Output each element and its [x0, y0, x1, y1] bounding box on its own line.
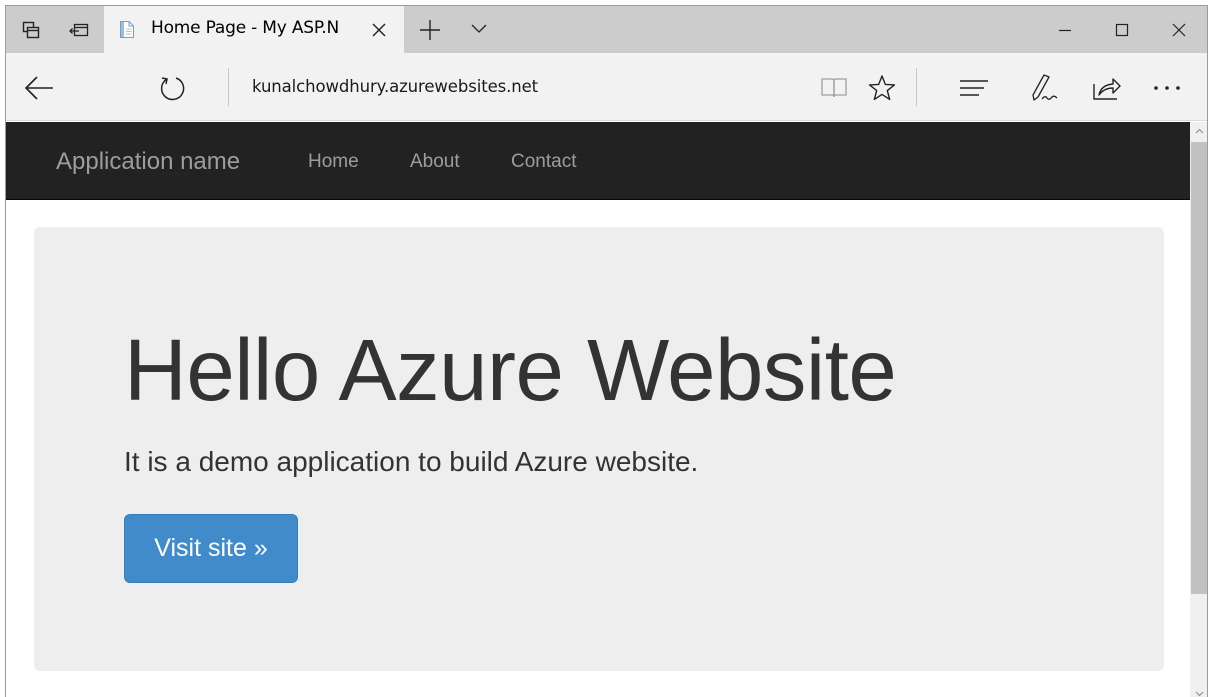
vertical-scrollbar[interactable] [1190, 122, 1207, 697]
tab-title: Home Page - My ASP.N [151, 18, 339, 38]
browser-window: Home Page - My ASP.N kunalchowdhury.azur… [5, 5, 1208, 697]
navbar-brand[interactable]: Application name [56, 148, 240, 176]
tab-home-page[interactable]: Home Page - My ASP.N [104, 6, 404, 53]
scroll-down-icon[interactable] [1190, 685, 1207, 697]
star-icon[interactable] [867, 73, 897, 103]
minimize-icon[interactable] [1036, 6, 1093, 53]
tab-strip: Home Page - My ASP.N [6, 6, 1207, 53]
chevron-down-icon[interactable] [470, 20, 488, 38]
visit-site-button[interactable]: Visit site » [124, 514, 298, 583]
page-viewport: Application name Home About Contact Hell… [6, 122, 1190, 697]
nav-link-home[interactable]: Home [308, 151, 359, 173]
page-heading: Hello Azure Website [124, 322, 897, 419]
plus-icon[interactable] [418, 18, 442, 42]
close-window-icon[interactable] [1150, 6, 1207, 53]
jumbotron: Hello Azure Website It is a demo applica… [34, 227, 1164, 671]
hub-icon[interactable] [959, 73, 989, 103]
more-icon[interactable] [1152, 73, 1182, 103]
back-arrow-icon[interactable] [24, 73, 54, 103]
refresh-icon[interactable] [157, 73, 187, 103]
share-icon[interactable] [1091, 73, 1121, 103]
address-bar: kunalchowdhury.azurewebsites.net [6, 53, 1207, 121]
tab-preview-icon[interactable] [8, 6, 54, 53]
url-field[interactable]: kunalchowdhury.azurewebsites.net [252, 77, 538, 96]
document-icon [120, 21, 134, 38]
book-icon[interactable] [819, 73, 849, 103]
scrollbar-thumb[interactable] [1191, 142, 1207, 594]
site-navbar: Application name Home About Contact [6, 122, 1190, 200]
pen-icon[interactable] [1028, 73, 1058, 103]
close-icon[interactable] [369, 20, 389, 40]
maximize-icon[interactable] [1093, 6, 1150, 53]
lead-text: It is a demo application to build Azure … [124, 446, 699, 477]
scroll-up-icon[interactable] [1190, 122, 1207, 139]
set-aside-tabs-icon[interactable] [56, 6, 102, 53]
nav-link-about[interactable]: About [410, 151, 460, 173]
nav-link-contact[interactable]: Contact [511, 151, 576, 173]
toolbar-separator [916, 68, 917, 106]
address-separator [228, 68, 229, 106]
